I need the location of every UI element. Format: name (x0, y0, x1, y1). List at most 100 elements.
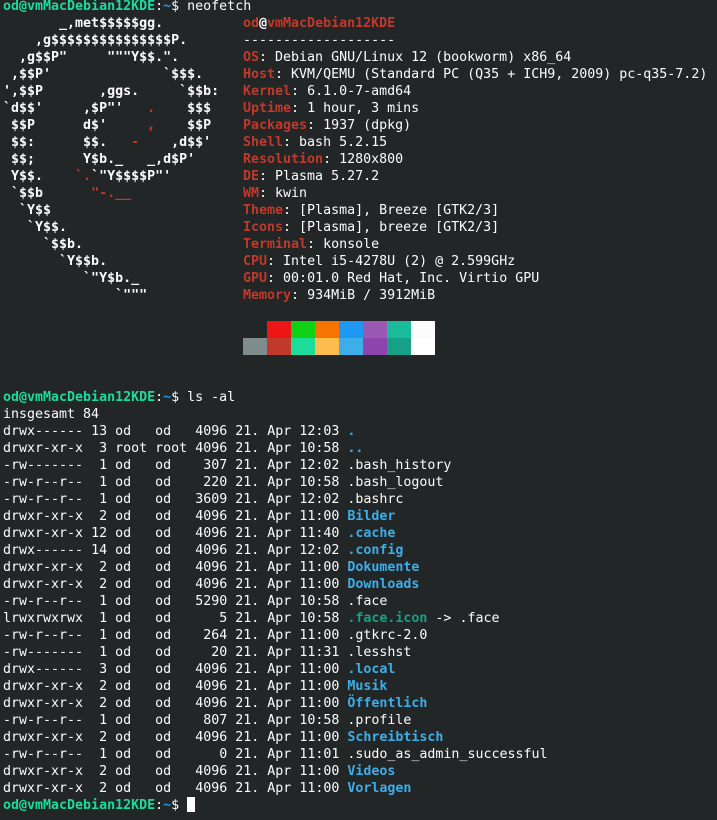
color-swatch (267, 321, 291, 338)
ls-name-file[interactable]: .bash_history (347, 458, 451, 473)
neofetch-info-line: CPU: Intel i5-4278U (2) @ 2.599GHz (243, 254, 516, 269)
ls-links: 1 (91, 628, 108, 643)
ls-time: 10:58 (299, 594, 340, 609)
ls-size: 4096 (195, 543, 228, 558)
color-swatch (243, 321, 267, 338)
ls-entry: -rw-r--r-- 1 od od 807 21. Apr 10:58 .pr… (3, 712, 548, 729)
ls-name-dir[interactable]: Vorlagen (347, 781, 411, 796)
ls-name-dir[interactable]: Dokumente (347, 560, 419, 575)
ls-name-dir[interactable]: Bilder (347, 509, 395, 524)
ls-name-file[interactable]: .profile (347, 713, 411, 728)
ls-group: od (155, 730, 188, 745)
ls-owner: od (115, 645, 148, 660)
ls-entry: -rw-r--r-- 1 od od 264 21. Apr 11:00 .gt… (3, 627, 548, 644)
terminal-cursor (187, 797, 196, 812)
terminal-line (3, 321, 548, 338)
terminal-line: od@vmMacDebian12KDE:~$ ls -al (3, 389, 548, 406)
logo-segment: `d$$' ,$P"' (3, 101, 148, 116)
ls-entry: -rw-r--r-- 1 od od 5290 21. Apr 10:58 .f… (3, 593, 548, 610)
info-value: Plasma 5.27.2 (275, 169, 380, 184)
ls-size: 4096 (195, 764, 228, 779)
ls-name-dir[interactable]: .cache (347, 526, 395, 541)
ls-time: 12:02 (299, 543, 340, 558)
ls-time: 11:01 (299, 747, 340, 762)
ls-name-file[interactable]: .lesshst (347, 645, 411, 660)
ls-perms: drwxr-xr-x (3, 696, 84, 711)
prompt-separator: : (155, 0, 164, 14)
ls-name-dir[interactable]: Öffentlich (347, 696, 427, 711)
terminal-line: `Y$$b. CPU: Intel i5-4278U (2) @ 2.599GHz (3, 253, 548, 270)
ls-time: 10:58 (299, 441, 340, 456)
color-swatch (315, 338, 339, 355)
ls-group: od (155, 611, 188, 626)
ls-perms: -rw-r--r-- (3, 713, 84, 728)
debian-logo-line: ',$$P ,ggs. `$$b: (3, 83, 219, 100)
ls-name-dir[interactable]: Videos (347, 764, 395, 779)
command-text: ls -al (187, 390, 236, 405)
ls-links: 13 (91, 424, 108, 439)
info-value: kwin (275, 186, 308, 201)
prompt-user-host: od@vmMacDebian12KDE (3, 798, 156, 813)
terminal-line (3, 338, 548, 355)
ls-date: 21. Apr (235, 577, 292, 592)
ls-date: 21. Apr (235, 526, 292, 541)
ls-group: od (155, 628, 188, 643)
ls-name-dir[interactable]: .local (347, 662, 395, 677)
ls-link-target[interactable]: .face (459, 611, 499, 626)
ls-date: 21. Apr (235, 645, 292, 660)
info-value: KVM/QEMU (Standard PC (Q35 + ICH9, 2009)… (291, 67, 708, 82)
ls-name-file[interactable]: .sudo_as_admin_successful (347, 747, 547, 762)
ls-date: 21. Apr (235, 560, 292, 575)
info-value: bash 5.2.15 (299, 135, 388, 150)
ls-date: 21. Apr (235, 458, 292, 473)
info-label: Shell (243, 135, 284, 150)
ls-name-dir[interactable]: .config (347, 543, 403, 558)
info-label: Packages (243, 118, 308, 133)
ls-links: 2 (91, 696, 108, 711)
ls-owner: od (115, 696, 148, 711)
debian-logo-line: `$$b "-.__ (3, 185, 131, 202)
ls-name-file[interactable]: .bashrc (347, 492, 403, 507)
ls-size: 20 (195, 645, 228, 660)
ls-perms: drwxr-xr-x (3, 509, 84, 524)
ls-size: 307 (195, 458, 228, 473)
ls-links: 1 (91, 594, 108, 609)
ls-time: 11:00 (299, 679, 340, 694)
ls-owner: od (115, 492, 148, 507)
ls-perms: drwxr-xr-x (3, 679, 84, 694)
terminal-output[interactable]: od@vmMacDebian12KDE:~$ neofetch _,met$$$… (3, 0, 707, 814)
neofetch-info-line: ------------------- (243, 32, 395, 49)
ls-name-file[interactable]: .bash_logout (347, 475, 443, 490)
ls-group: od (155, 492, 188, 507)
ls-perms: -rw-r--r-- (3, 747, 84, 762)
prompt-path: ~ (163, 0, 172, 14)
ls-name-dir[interactable]: . (347, 424, 355, 439)
ls-perms: -rw------- (3, 458, 84, 473)
ls-size: 4096 (195, 781, 228, 796)
terminal-line: `$$b. Terminal: konsole (3, 236, 548, 253)
logo-segment: ,$$P' `$$$. (3, 67, 204, 82)
ls-time: 12:02 (299, 492, 340, 507)
ls-perms: drwxr-xr-x (3, 730, 84, 745)
info-value: 6.1.0-7-amd64 (307, 84, 412, 99)
ls-perms: drwxr-xr-x (3, 781, 84, 796)
ls-name-file[interactable]: .face (347, 594, 387, 609)
ls-owner: od (115, 458, 148, 473)
neofetch-info-line: DE: Plasma 5.27.2 (243, 169, 380, 184)
ls-name-file[interactable]: .gtkrc-2.0 (347, 628, 427, 643)
terminal-line: $$: $$. - ,d$$' Shell: bash 5.2.15 (3, 134, 548, 151)
ls-name-dir[interactable]: Downloads (347, 577, 419, 592)
ls-size: 4096 (195, 730, 228, 745)
ls-name-dir[interactable]: Schreibtisch (347, 730, 443, 745)
ls-owner: od (115, 509, 148, 524)
ls-perms: drwxr-xr-x (3, 764, 84, 779)
ls-name-link[interactable]: .face.icon (347, 611, 427, 626)
ls-entry: drwxr-xr-x 2 od od 4096 21. Apr 11:00 Mu… (3, 678, 548, 695)
ls-date: 21. Apr (235, 696, 292, 711)
ls-name-dir[interactable]: Musik (347, 679, 387, 694)
ls-perms: drwx------ (3, 543, 84, 558)
ls-name-dir[interactable]: .. (347, 441, 363, 456)
logo-segment: ',$$P ,ggs. `$$b: (3, 84, 220, 99)
ls-entry: drwxr-xr-x 2 od od 4096 21. Apr 11:00 Vo… (3, 780, 548, 797)
